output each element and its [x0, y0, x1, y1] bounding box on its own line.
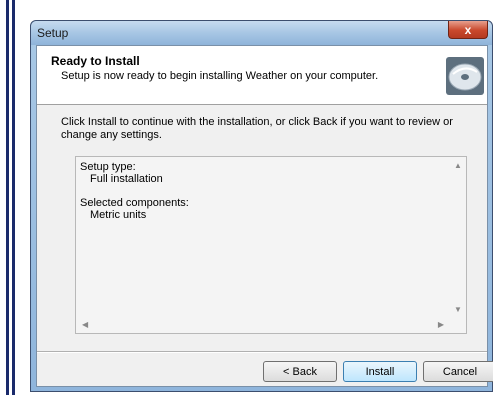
button-divider	[37, 351, 487, 353]
scroll-left-icon[interactable]: ◀	[82, 320, 88, 329]
back-button[interactable]: < Back	[263, 361, 337, 382]
setup-type-value: Full installation	[90, 173, 163, 185]
ready-summary-box[interactable]: Setup type: Full installation Selected c…	[75, 156, 467, 334]
page-title: Ready to Install	[51, 54, 140, 68]
desktop-edge	[0, 0, 15, 395]
vertical-scrollbar[interactable]: ▲ ▼	[450, 157, 466, 316]
wizard-header: Ready to Install Setup is now ready to b…	[37, 46, 487, 105]
close-icon: x	[464, 22, 472, 37]
scroll-up-icon[interactable]: ▲	[454, 161, 462, 170]
setup-window: Setup x Ready to Install Setup is now re…	[30, 20, 493, 392]
install-button[interactable]: Install	[343, 361, 417, 382]
horizontal-scrollbar[interactable]: ◀ ▶	[76, 316, 450, 333]
title-bar[interactable]: Setup x	[31, 21, 492, 45]
window-title: Setup	[37, 26, 69, 40]
close-button[interactable]: x	[448, 21, 488, 39]
summary-text: Setup type: Full installation Selected c…	[80, 161, 189, 221]
components-value: Metric units	[90, 209, 147, 221]
instructions-text: Click Install to continue with the insta…	[61, 116, 453, 141]
cancel-button[interactable]: Cancel	[423, 361, 493, 382]
scroll-right-icon[interactable]: ▶	[438, 320, 444, 329]
install-disc-icon	[446, 57, 484, 95]
scroll-down-icon[interactable]: ▼	[454, 305, 462, 314]
page-subtitle: Setup is now ready to begin installing W…	[61, 70, 379, 82]
dialog-client-area: Ready to Install Setup is now ready to b…	[36, 45, 493, 387]
components-label: Selected components:	[80, 197, 189, 209]
setup-type-label: Setup type:	[80, 161, 136, 173]
